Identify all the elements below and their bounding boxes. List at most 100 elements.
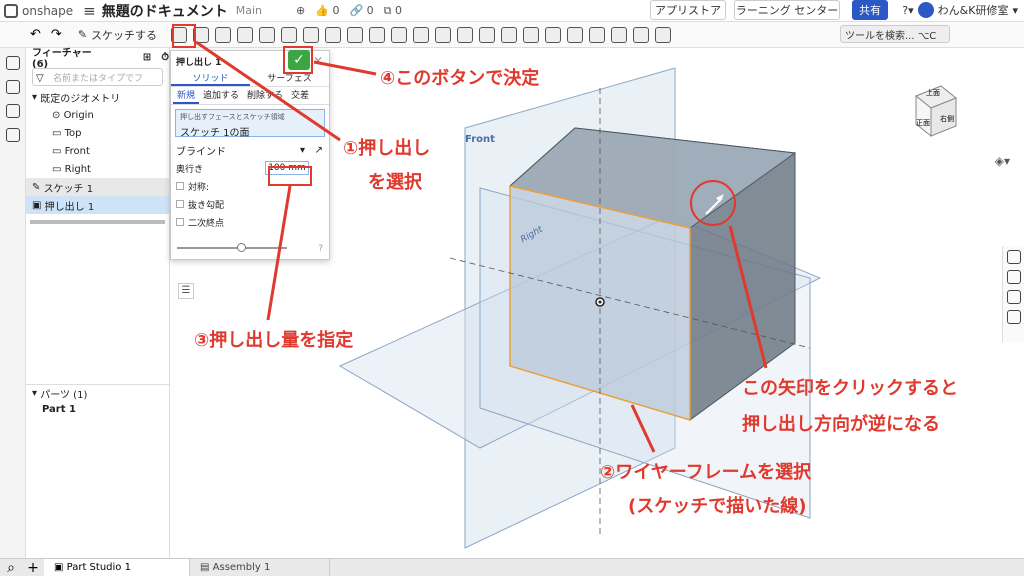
assembly-icon: ▤ <box>200 562 213 573</box>
feature-list-icon[interactable] <box>6 56 20 70</box>
feature-list-title: フィーチャー (6) <box>32 48 92 70</box>
appstore-button[interactable]: アプリストア <box>650 0 726 20</box>
document-title[interactable]: 無題のドキュメント <box>102 1 228 21</box>
draft-option[interactable]: 抜き勾配 <box>171 195 329 213</box>
modify-fillet-icon[interactable] <box>523 26 540 43</box>
sweep-icon[interactable] <box>215 26 232 43</box>
second-end-option[interactable]: 二次終点 <box>171 213 329 231</box>
feature-extrude1[interactable]: ▣ 押し出し 1 <box>26 196 169 214</box>
offset-surface-icon[interactable] <box>589 26 606 43</box>
user-menu[interactable]: ?▾ わん&K研修室 ▾ <box>902 2 1018 18</box>
help-icon[interactable]: ? <box>318 244 323 254</box>
redo-icon[interactable]: ↷ <box>51 27 62 42</box>
tool-search-input[interactable]: ツールを検索... ⌥C <box>840 25 950 43</box>
share-button[interactable]: 共有 <box>852 0 888 20</box>
feature-origin[interactable]: ⊙ Origin <box>26 106 169 124</box>
shell-icon[interactable] <box>347 26 364 43</box>
link-count[interactable]: 🔗 0 <box>349 4 373 18</box>
preview-slider[interactable] <box>177 243 287 252</box>
flip-direction-icon[interactable]: ↗ <box>315 145 323 156</box>
onshape-logo[interactable]: onshape <box>4 3 73 18</box>
fillet-icon[interactable] <box>281 26 298 43</box>
annotation-2-line2: (スケッチで描いた線) <box>628 496 807 517</box>
highlight-depth-input <box>268 166 312 186</box>
pattern-icon[interactable] <box>391 26 408 43</box>
view-cube-front-label: 正面 <box>916 119 930 127</box>
undo-icon[interactable]: ↶ <box>30 27 41 42</box>
chevron-down-icon[interactable]: ▾ <box>32 388 40 399</box>
filter-icon[interactable]: ▽ <box>36 73 44 84</box>
chevron-down-icon[interactable]: ▾ <box>300 145 305 156</box>
mirror-icon[interactable] <box>413 26 430 43</box>
copy-count[interactable]: ⧉ 0 <box>384 4 402 18</box>
second-end-checkbox[interactable] <box>176 218 184 226</box>
draft-icon[interactable] <box>325 26 342 43</box>
history-icon[interactable] <box>6 128 20 142</box>
tab-intersect[interactable]: 交差 <box>287 87 313 104</box>
tab-part-studio-label: Part Studio 1 <box>66 562 131 573</box>
view-cube[interactable]: 上面 正面 右側 <box>896 76 966 154</box>
feature-sketch1[interactable]: ✎ スケッチ 1 <box>26 178 169 196</box>
avatar[interactable] <box>917 2 934 18</box>
variables-icon[interactable] <box>6 80 20 94</box>
tab-solid[interactable]: ソリッド <box>171 71 250 86</box>
chevron-down-icon[interactable]: ▾ <box>1012 4 1018 17</box>
feature-list-panel: フィーチャー (6) ⊞ ⏱ ▽ 名前またはタイプでフ ▾ 既定のジオメトリ ⊙… <box>26 48 170 558</box>
replace-face-icon[interactable] <box>567 26 584 43</box>
faces-selection-value: スケッチ 1の面 <box>180 128 250 139</box>
render-icon[interactable] <box>1007 290 1021 304</box>
sketch-button[interactable]: ✎ スケッチする <box>78 27 157 43</box>
mate-connector-icon[interactable] <box>633 26 650 43</box>
thicken-icon[interactable] <box>259 26 276 43</box>
boolean-icon[interactable] <box>435 26 452 43</box>
split-icon[interactable] <box>457 26 474 43</box>
tab-new[interactable]: 新規 <box>173 87 200 104</box>
slider-knob[interactable] <box>237 243 246 252</box>
end-type-select[interactable]: ブラインド ▾ ↗ <box>171 141 329 159</box>
rollback-bar[interactable] <box>30 220 165 224</box>
default-geometry-folder[interactable]: ▾ 既定のジオメトリ <box>26 88 169 106</box>
view-options-icon[interactable]: ◈▾ <box>995 154 1010 168</box>
cancel-icon[interactable]: ✕ <box>313 54 323 68</box>
feature-front-plane[interactable]: ▭ Front <box>26 142 169 160</box>
appearance-icon[interactable] <box>1007 250 1021 264</box>
draft-checkbox[interactable] <box>176 200 184 208</box>
part-item[interactable]: Part 1 <box>42 404 76 415</box>
highlight-extrude-tool <box>172 24 196 48</box>
chevron-down-icon[interactable]: ▾ <box>32 92 40 103</box>
measure-icon[interactable] <box>1007 310 1021 324</box>
faces-selection-field[interactable]: 押し出すフェースとスケッチ領域 スケッチ 1の面 <box>175 109 325 139</box>
hole-icon[interactable] <box>369 26 386 43</box>
search-tabs-icon[interactable]: ⌕ <box>0 560 22 576</box>
section-view-icon[interactable] <box>1007 270 1021 284</box>
comments-icon[interactable] <box>6 104 20 118</box>
feature-top-plane[interactable]: ▭ Top <box>26 124 169 142</box>
feature-right-plane[interactable]: ▭ Right <box>26 160 169 178</box>
user-name: わん&K研修室 <box>937 4 1009 17</box>
learning-center-button[interactable]: ラーニング センター <box>734 0 840 20</box>
tab-assembly[interactable]: ▤ Assembly 1 <box>190 558 330 576</box>
feature-filter-input[interactable]: 名前またはタイプでフ <box>32 68 163 86</box>
view-cube-right-label: 右側 <box>940 115 954 123</box>
add-tab-icon[interactable]: + <box>22 560 44 576</box>
plane-icon[interactable] <box>611 26 628 43</box>
annotation-5-line1: この矢印をクリックすると <box>742 378 958 399</box>
tab-add[interactable]: 追加する <box>199 87 243 104</box>
dialog-list-icon[interactable]: ☰ <box>178 283 194 299</box>
parts-list-header[interactable]: ▾ パーツ (1) <box>26 384 170 402</box>
chamfer-icon[interactable] <box>303 26 320 43</box>
like-count[interactable]: 👍 0 <box>315 4 339 18</box>
move-face-icon[interactable] <box>545 26 562 43</box>
help-icon[interactable]: ?▾ <box>902 4 913 17</box>
helix-icon[interactable] <box>655 26 672 43</box>
rollback-timer-icon[interactable]: ⏱ <box>161 52 169 63</box>
delete-part-icon[interactable] <box>501 26 518 43</box>
transform-icon[interactable] <box>479 26 496 43</box>
add-folder-icon[interactable]: ⊞ <box>143 52 151 63</box>
globe-icon[interactable]: ⊕ <box>296 4 305 18</box>
symmetric-checkbox[interactable] <box>176 182 184 190</box>
tab-remove[interactable]: 削除する <box>243 87 287 104</box>
loft-icon[interactable] <box>237 26 254 43</box>
tab-part-studio[interactable]: ▣ Part Studio 1 <box>44 558 190 576</box>
menu-icon[interactable]: ≡ <box>83 2 96 20</box>
